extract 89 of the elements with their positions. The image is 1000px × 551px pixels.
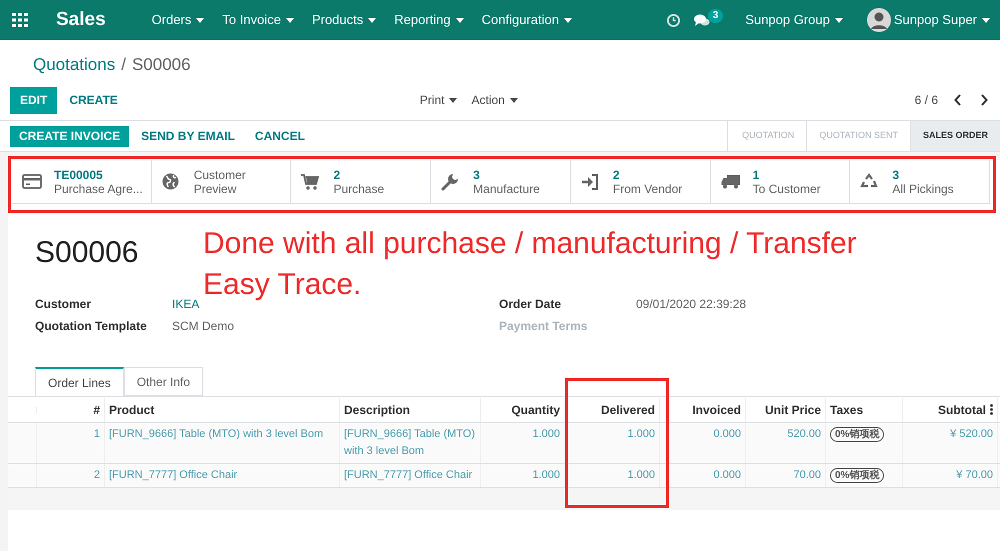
table-cell: [FURN_9666] Table (MTO) with 3 level Bom bbox=[344, 428, 476, 457]
menu-item[interactable]: To Invoice bbox=[222, 10, 294, 30]
company-switcher[interactable]: Sunpop Group bbox=[745, 10, 843, 30]
options-icon[interactable] bbox=[990, 404, 993, 415]
clock-icon[interactable] bbox=[666, 14, 680, 26]
table-cell: 0.000 bbox=[713, 428, 741, 440]
field-label: Customer bbox=[35, 296, 92, 312]
caret-icon bbox=[456, 18, 464, 22]
status-stage[interactable]: SALES ORDER bbox=[910, 121, 1000, 151]
header-button[interactable]: CREATE INVOICE bbox=[10, 126, 130, 146]
smart-button[interactable]: 3 Manufacture bbox=[431, 160, 571, 203]
table-cell: ¥ 70.00 bbox=[956, 469, 993, 481]
smart-button[interactable]: 1 To Customer bbox=[710, 160, 850, 203]
caret-icon bbox=[834, 18, 843, 22]
truck-icon bbox=[720, 174, 741, 189]
field-value: SCM Demo bbox=[172, 318, 234, 334]
column-header: Quantity bbox=[511, 402, 560, 416]
previous-icon[interactable] bbox=[954, 94, 962, 106]
user-menu[interactable]: Sunpop Super bbox=[866, 8, 990, 32]
table-cell: 0.000 bbox=[713, 469, 741, 481]
smart-button[interactable]: 2 Purchase bbox=[291, 160, 432, 203]
field-link[interactable]: IKEA bbox=[172, 294, 200, 312]
tax-tag: 0%销项税 bbox=[830, 427, 884, 442]
column-header: Description bbox=[344, 402, 410, 416]
smart-button[interactable]: 3 All Pickings bbox=[850, 160, 990, 203]
header-button[interactable]: CANCEL bbox=[244, 126, 315, 146]
chat-icon[interactable] bbox=[694, 14, 710, 26]
column-header: Invoiced bbox=[692, 402, 741, 416]
pager-value: 6 / 6 bbox=[914, 92, 938, 109]
table-cell: 520.00 bbox=[787, 428, 821, 440]
app-title: Sales bbox=[56, 8, 106, 32]
breadcrumb-separator: / bbox=[121, 54, 126, 76]
field-label: Payment Terms bbox=[499, 318, 588, 334]
wrench-icon bbox=[441, 172, 460, 190]
menu-item[interactable]: Orders bbox=[152, 10, 204, 30]
credit-card-icon bbox=[22, 174, 42, 189]
breadcrumb-current: S00006 bbox=[132, 54, 191, 76]
apps-menu-icon[interactable] bbox=[12, 13, 28, 27]
caret-icon bbox=[564, 18, 572, 22]
column-header: Delivered bbox=[600, 402, 655, 416]
caret-icon bbox=[286, 18, 294, 22]
shopping-cart-icon bbox=[301, 174, 320, 190]
table-cell: ¥ 520.00 bbox=[950, 428, 993, 440]
table-cell: [FURN_7777] Office Chair bbox=[344, 469, 472, 481]
breadcrumb-link[interactable]: Quotations bbox=[33, 52, 116, 81]
table-cell: 1.000 bbox=[532, 469, 560, 481]
table-cell: 1.000 bbox=[627, 469, 655, 481]
field-label: Quotation Template bbox=[35, 318, 148, 334]
caret-icon bbox=[368, 18, 376, 22]
sign-in-icon bbox=[580, 174, 599, 190]
dropdown-button[interactable]: Action bbox=[471, 91, 518, 109]
table-cell: 1 bbox=[94, 428, 100, 440]
menu-item[interactable]: Reporting bbox=[394, 10, 464, 30]
field-label: Order Date bbox=[499, 296, 562, 312]
tax-tag: 0%销项税 bbox=[830, 468, 884, 483]
record-title: S00006 bbox=[35, 235, 138, 271]
column-header: # bbox=[93, 402, 100, 416]
column-header: Subtotal bbox=[938, 402, 986, 418]
caret-icon bbox=[982, 18, 990, 22]
avatar-icon bbox=[866, 8, 891, 32]
table-cell: 1.000 bbox=[627, 428, 655, 440]
field-value: 09/01/2020 22:39:28 bbox=[636, 296, 746, 312]
table-cell: [FURN_9666] Table (MTO) with 3 level Bom bbox=[109, 428, 324, 440]
column-header: Product bbox=[109, 402, 154, 416]
annotation-text: Easy Trace. bbox=[203, 267, 362, 303]
table-cell: 2 bbox=[94, 469, 100, 481]
next-icon[interactable] bbox=[980, 94, 988, 106]
column-header: Taxes bbox=[830, 402, 864, 416]
dropdown-button[interactable]: Print bbox=[420, 91, 458, 109]
table-cell: [FURN_7777] Office Chair bbox=[109, 469, 238, 481]
table-cell: 70.00 bbox=[793, 469, 821, 481]
table-cell: 1.000 bbox=[532, 428, 560, 440]
smart-button[interactable]: 2 From Vendor bbox=[570, 160, 711, 203]
edit-button[interactable]: EDIT bbox=[10, 86, 58, 114]
tab[interactable]: Other Info bbox=[124, 367, 204, 396]
column-header: Unit Price bbox=[764, 402, 821, 416]
smart-button[interactable]: Customer Preview bbox=[152, 160, 292, 203]
header-button[interactable]: SEND BY EMAIL bbox=[131, 126, 245, 146]
caret-icon bbox=[196, 18, 204, 22]
caret-icon bbox=[449, 98, 458, 102]
smart-button[interactable]: TE00005 Purchase Agre... bbox=[12, 160, 152, 203]
caret-icon bbox=[510, 98, 518, 102]
annotation-text: Done with all purchase / manufacturing / Transfer bbox=[203, 226, 857, 262]
message-count-badge: 3 bbox=[708, 9, 724, 23]
globe-icon bbox=[162, 173, 179, 190]
menu-item[interactable]: Configuration bbox=[482, 10, 572, 30]
tab[interactable]: Order Lines bbox=[35, 367, 124, 397]
create-button[interactable]: CREATE bbox=[57, 86, 130, 114]
menu-item[interactable]: Products bbox=[312, 10, 376, 30]
